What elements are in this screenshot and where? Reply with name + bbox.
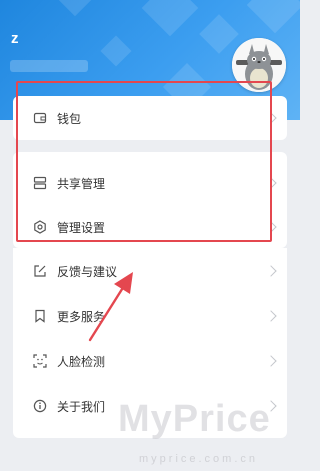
menu-item-share-manage[interactable]: 共享管理 bbox=[13, 165, 287, 201]
bookmark-icon bbox=[33, 309, 47, 323]
menu-item-label: 关于我们 bbox=[57, 399, 106, 414]
menu-item-label: 人脸检测 bbox=[57, 354, 106, 369]
menu-item-label: 共享管理 bbox=[57, 176, 106, 191]
chevron-right-icon bbox=[265, 265, 277, 277]
user-name[interactable]: z bbox=[11, 30, 19, 47]
face-scan-icon bbox=[33, 354, 47, 368]
watermark-url: myprice.com.cn bbox=[139, 453, 259, 465]
watermark-logo: MyPrice bbox=[118, 398, 271, 440]
menu-item-label: 钱包 bbox=[57, 111, 82, 126]
menu-item-label: 管理设置 bbox=[57, 220, 106, 235]
menu-item-wallet[interactable]: 钱包 bbox=[13, 100, 287, 136]
chevron-right-icon bbox=[265, 112, 277, 124]
menu-item-face-detect[interactable]: 人脸检测 bbox=[13, 343, 287, 379]
menu-item-more-services[interactable]: 更多服务 bbox=[13, 298, 287, 334]
settings-icon bbox=[33, 220, 47, 234]
share-manage-icon bbox=[33, 176, 47, 190]
menu-item-feedback[interactable]: 反馈与建议 bbox=[13, 253, 287, 289]
chevron-right-icon bbox=[265, 177, 277, 189]
avatar[interactable] bbox=[232, 38, 286, 92]
chevron-right-icon bbox=[265, 355, 277, 367]
menu-item-manage-settings[interactable]: 管理设置 bbox=[13, 209, 287, 245]
menu-item-label: 反馈与建议 bbox=[57, 264, 118, 279]
menu-item-label: 更多服务 bbox=[57, 309, 106, 324]
chevron-right-icon bbox=[265, 221, 277, 233]
chevron-right-icon bbox=[265, 310, 277, 322]
wallet-icon bbox=[33, 111, 47, 125]
info-icon bbox=[33, 399, 47, 413]
user-info-blurred bbox=[10, 60, 88, 72]
totoro-avatar-icon bbox=[232, 38, 286, 92]
edit-icon bbox=[33, 264, 47, 278]
